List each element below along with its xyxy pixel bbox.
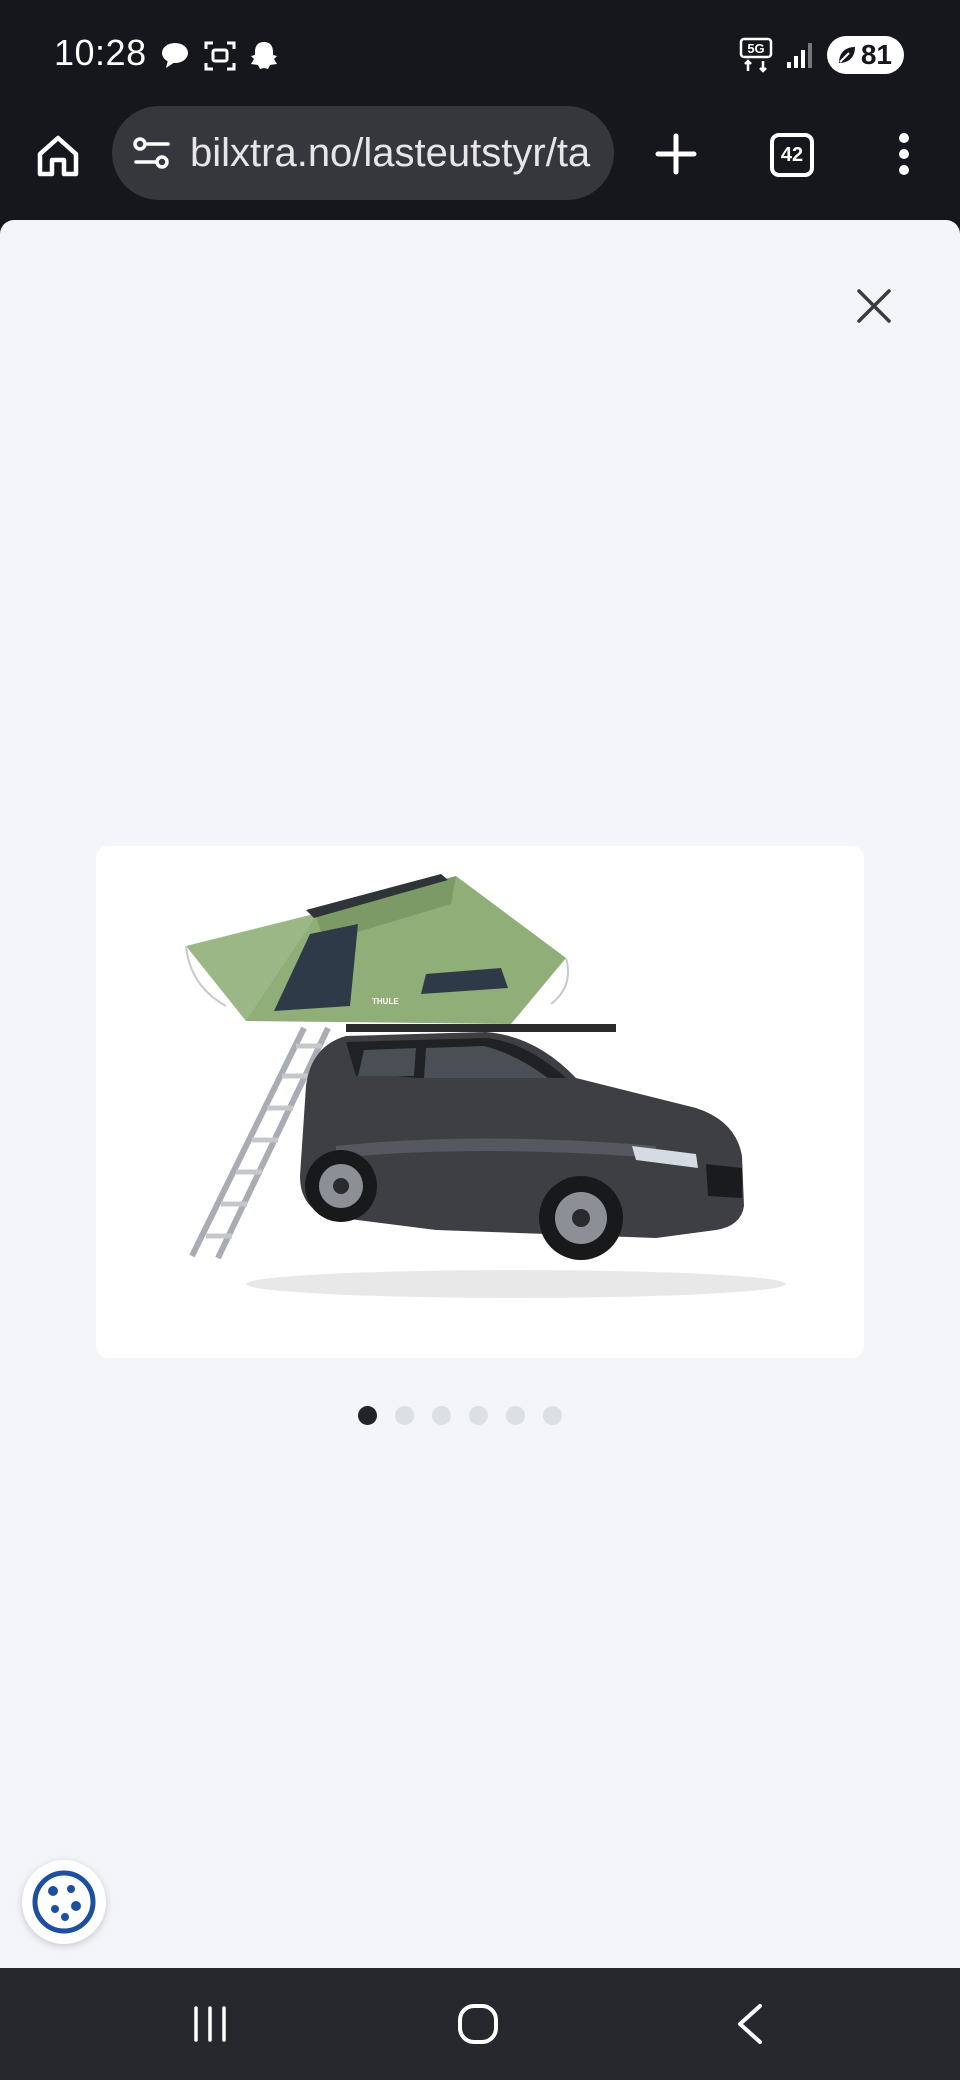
image-gallery-overlay: THULE	[0, 220, 960, 1968]
more-options-button[interactable]	[880, 124, 928, 184]
more-vert-icon	[899, 133, 909, 175]
new-tab-button[interactable]	[646, 124, 706, 184]
cookie-settings-button[interactable]	[22, 1860, 106, 1944]
home-nav-icon[interactable]	[456, 2002, 500, 2046]
signal-strength-icon	[786, 43, 812, 68]
status-time: 10:28	[54, 32, 147, 73]
snapchat-ghost-icon	[246, 38, 282, 74]
chat-bubble-icon	[158, 38, 194, 74]
cookie-icon	[32, 1870, 96, 1934]
gallery-dot-1[interactable]	[358, 1406, 377, 1425]
svg-text:THULE: THULE	[372, 997, 399, 1006]
gallery-dot-2[interactable]	[395, 1406, 414, 1425]
status-indicators: 5G 81	[739, 36, 904, 74]
address-bar[interactable]: bilxtra.no/lasteutstyr/ta	[112, 106, 614, 200]
notification-icons	[158, 38, 282, 74]
gallery-dot-5[interactable]	[506, 1406, 525, 1425]
home-icon	[37, 135, 79, 177]
tab-switcher-button[interactable]: 42	[770, 133, 814, 177]
site-settings-icon[interactable]	[130, 131, 174, 175]
screenshot-icon	[202, 38, 238, 74]
svg-text:5G: 5G	[747, 41, 764, 56]
back-nav-icon[interactable]	[730, 2002, 770, 2046]
product-image[interactable]: THULE	[96, 846, 864, 1358]
close-gallery-button[interactable]	[848, 280, 900, 332]
status-bar: 10:28 5G 81	[0, 0, 960, 104]
system-navigation-bar	[0, 1968, 960, 2080]
plus-icon	[655, 133, 697, 175]
gallery-dot-4[interactable]	[469, 1406, 488, 1425]
home-button[interactable]	[28, 126, 88, 186]
browser-toolbar: bilxtra.no/lasteutstyr/ta 42	[0, 104, 960, 220]
close-icon	[857, 289, 891, 323]
gallery-dot-6[interactable]	[543, 1406, 562, 1425]
network-5g-icon: 5G	[739, 37, 773, 73]
url-text: bilxtra.no/lasteutstyr/ta	[190, 130, 591, 175]
battery-indicator: 81	[826, 36, 904, 74]
rooftop-tent-car-illustration: THULE	[185, 874, 786, 1298]
recent-apps-icon[interactable]	[190, 2004, 230, 2044]
power-saving-leaf-icon	[838, 47, 855, 63]
gallery-pagination	[0, 1406, 960, 1425]
gallery-dot-3[interactable]	[432, 1406, 451, 1425]
battery-level: 81	[860, 39, 892, 70]
